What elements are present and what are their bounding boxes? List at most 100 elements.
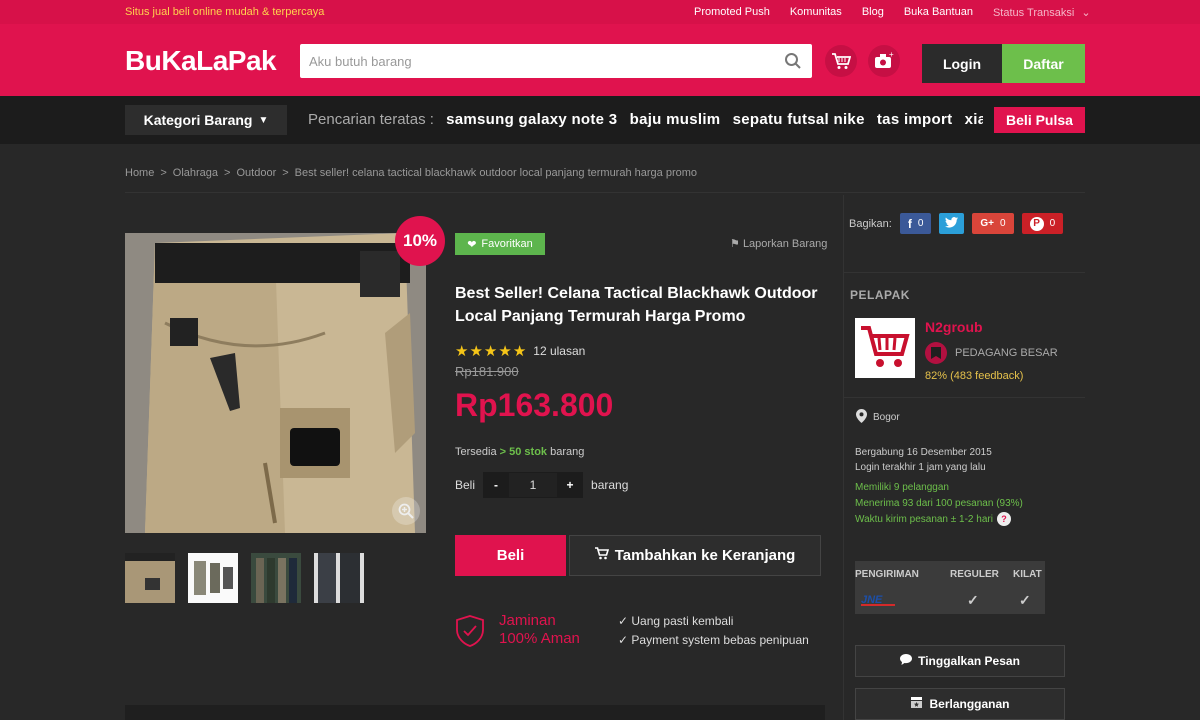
star-icon: ★ xyxy=(498,343,512,360)
shipping-table: PENGIRIMAN REGULER KILAT JNE ✓ ✓ xyxy=(855,561,1045,614)
register-button[interactable]: Daftar xyxy=(1002,44,1085,83)
seller-feedback[interactable]: 82% (483 feedback) xyxy=(925,370,1023,382)
buy-button[interactable]: Beli xyxy=(455,535,566,576)
product-main-image[interactable] xyxy=(125,233,426,533)
link-blog[interactable]: Blog xyxy=(862,6,884,19)
camera-add-icon[interactable]: + xyxy=(868,45,900,77)
breadcrumb-current: Best seller! celana tactical blackhawk o… xyxy=(294,167,698,179)
product-thumbnail[interactable] xyxy=(125,553,175,603)
stock-value: > 50 stok xyxy=(499,446,548,458)
shipping-header: REGULER xyxy=(950,569,999,580)
qty-label: Beli xyxy=(455,478,476,492)
flag-icon: ⚑ xyxy=(730,238,740,250)
category-nav: Kategori Barang ▼ Pencarian teratas : sa… xyxy=(0,96,1200,144)
twitter-share-button[interactable] xyxy=(939,213,965,234)
product-thumbnail[interactable] xyxy=(188,553,238,603)
link-buka-bantuan[interactable]: Buka Bantuan xyxy=(904,6,973,19)
trending-keyword[interactable]: xiaomi redmi xyxy=(965,111,983,128)
guarantee-list: ✓ Uang pasti kembali ✓ Payment system be… xyxy=(618,612,809,650)
zoom-icon[interactable] xyxy=(392,497,420,525)
breadcrumb: Home > Olahraga > Outdoor > Best seller! celan… xyxy=(125,167,697,179)
store-icon xyxy=(910,696,923,712)
leave-message-label: Tinggalkan Pesan xyxy=(918,654,1020,668)
share-bar: Bagikan: f 0 G+ 0 P 0 xyxy=(849,213,1064,234)
discount-badge: 10% xyxy=(395,216,445,266)
add-to-cart-button[interactable]: Tambahkan ke Keranjang xyxy=(569,535,821,576)
breadcrumb-olahraga[interactable]: Olahraga xyxy=(173,167,218,179)
leave-message-button[interactable]: Tinggalkan Pesan xyxy=(855,645,1065,677)
status-transaksi-link[interactable]: Status Transaksi ⌄ xyxy=(993,6,1091,19)
star-icon: ★ xyxy=(455,343,469,360)
qty-increase-button[interactable]: + xyxy=(557,472,584,498)
location-label: Bogor xyxy=(873,412,900,423)
link-promoted-push[interactable]: Promoted Push xyxy=(694,6,770,19)
pinterest-share-button[interactable]: P 0 xyxy=(1021,213,1064,234)
search-input[interactable] xyxy=(300,44,770,78)
favorite-label: Favoritkan xyxy=(481,238,533,250)
breadcrumb-outdoor[interactable]: Outdoor xyxy=(236,167,276,179)
last-login: Login terakhir 1 jam yang lalu xyxy=(855,462,986,473)
trending-label: Pencarian teratas : xyxy=(308,111,434,128)
report-label: Laporkan Barang xyxy=(742,238,828,250)
seller-avatar[interactable] xyxy=(855,318,915,378)
seller-badge: PEDAGANG BESAR xyxy=(925,342,1058,364)
product-thumbnail[interactable] xyxy=(251,553,301,603)
divider xyxy=(843,272,1085,273)
facebook-icon: f xyxy=(907,216,912,231)
category-dropdown[interactable]: Kategori Barang ▼ xyxy=(125,105,287,135)
jne-logo: JNE xyxy=(861,592,895,609)
login-button[interactable]: Login xyxy=(922,44,1002,83)
medal-icon xyxy=(925,342,947,364)
google-plus-share-button[interactable]: G+ 0 xyxy=(972,213,1014,234)
shield-icon xyxy=(456,615,484,652)
search-icon[interactable] xyxy=(784,52,802,70)
seller-heading: PELAPAK xyxy=(850,288,910,302)
seller-badge-label: PEDAGANG BESAR xyxy=(955,347,1058,359)
kilat-check: ✓ xyxy=(1019,592,1031,608)
column-divider xyxy=(843,195,844,720)
logo[interactable]: BuKaLaPak xyxy=(125,44,285,83)
shipping-time-label: Waktu kirim pesanan ± 1-2 hari xyxy=(855,514,993,525)
guarantee-title: Jaminan 100% Aman xyxy=(499,612,580,648)
google-plus-count: 0 xyxy=(1000,218,1006,229)
stock-info: Tersedia > 50 stok barang xyxy=(455,446,584,458)
seller-activity: Bergabung 16 Desember 2015 Login terakhi… xyxy=(855,445,992,475)
trending-keyword[interactable]: sepatu futsal nike xyxy=(733,111,865,128)
help-icon[interactable]: ? xyxy=(996,512,1011,527)
guarantee-title-line1: Jaminan xyxy=(499,612,556,629)
tagline: Situs jual beli online mudah & terpercay… xyxy=(125,6,325,18)
qty-decrease-button[interactable]: - xyxy=(483,472,510,498)
qty-unit: barang xyxy=(591,478,629,492)
review-count[interactable]: 12 ulasan xyxy=(533,344,585,358)
header: BuKaLaPak + Login Daftar xyxy=(0,24,1200,96)
stock-unit: barang xyxy=(550,446,585,458)
caret-down-icon: ▼ xyxy=(258,114,269,126)
seller-stats: Memiliki 9 pelanggan Menerima 93 dari 10… xyxy=(855,480,1023,528)
quantity-input[interactable]: 1 xyxy=(509,472,558,498)
pinterest-icon: P xyxy=(1029,216,1044,231)
subscribe-button[interactable]: Berlangganan xyxy=(855,688,1065,720)
guarantee-title-line2: 100% Aman xyxy=(499,630,580,647)
pinterest-count: 0 xyxy=(1049,218,1056,229)
cart-list-icon[interactable] xyxy=(825,45,857,77)
shipping-time: Waktu kirim pesanan ± 1-2 hari? xyxy=(855,512,1023,528)
breadcrumb-separator: > xyxy=(160,167,167,179)
trending-keyword[interactable]: samsung galaxy note 3 xyxy=(446,111,617,128)
trending-keyword[interactable]: baju muslim xyxy=(630,111,721,128)
link-komunitas[interactable]: Komunitas xyxy=(790,6,842,19)
beli-pulsa-button[interactable]: Beli Pulsa xyxy=(994,107,1085,133)
report-link[interactable]: ⚑ Laporkan Barang xyxy=(730,237,827,250)
trending-searches: Pencarian teratas : samsung galaxy note … xyxy=(308,111,983,131)
joined-date: Bergabung 16 Desember 2015 xyxy=(855,447,992,458)
facebook-share-button[interactable]: f 0 xyxy=(899,213,932,234)
divider xyxy=(125,192,1085,193)
detail-tabs-bar xyxy=(125,705,825,720)
favorite-button[interactable]: ❤ Favoritkan xyxy=(455,233,545,255)
product-thumbnail[interactable] xyxy=(314,553,364,603)
chat-icon xyxy=(900,654,913,668)
breadcrumb-home[interactable]: Home xyxy=(125,167,154,179)
add-to-cart-label: Tambahkan ke Keranjang xyxy=(614,547,796,564)
rating[interactable]: ★ ★ ★ ★ ★ 12 ulasan xyxy=(455,342,585,360)
trending-keyword[interactable]: tas import xyxy=(877,111,953,128)
seller-name[interactable]: N2groub xyxy=(925,319,983,335)
